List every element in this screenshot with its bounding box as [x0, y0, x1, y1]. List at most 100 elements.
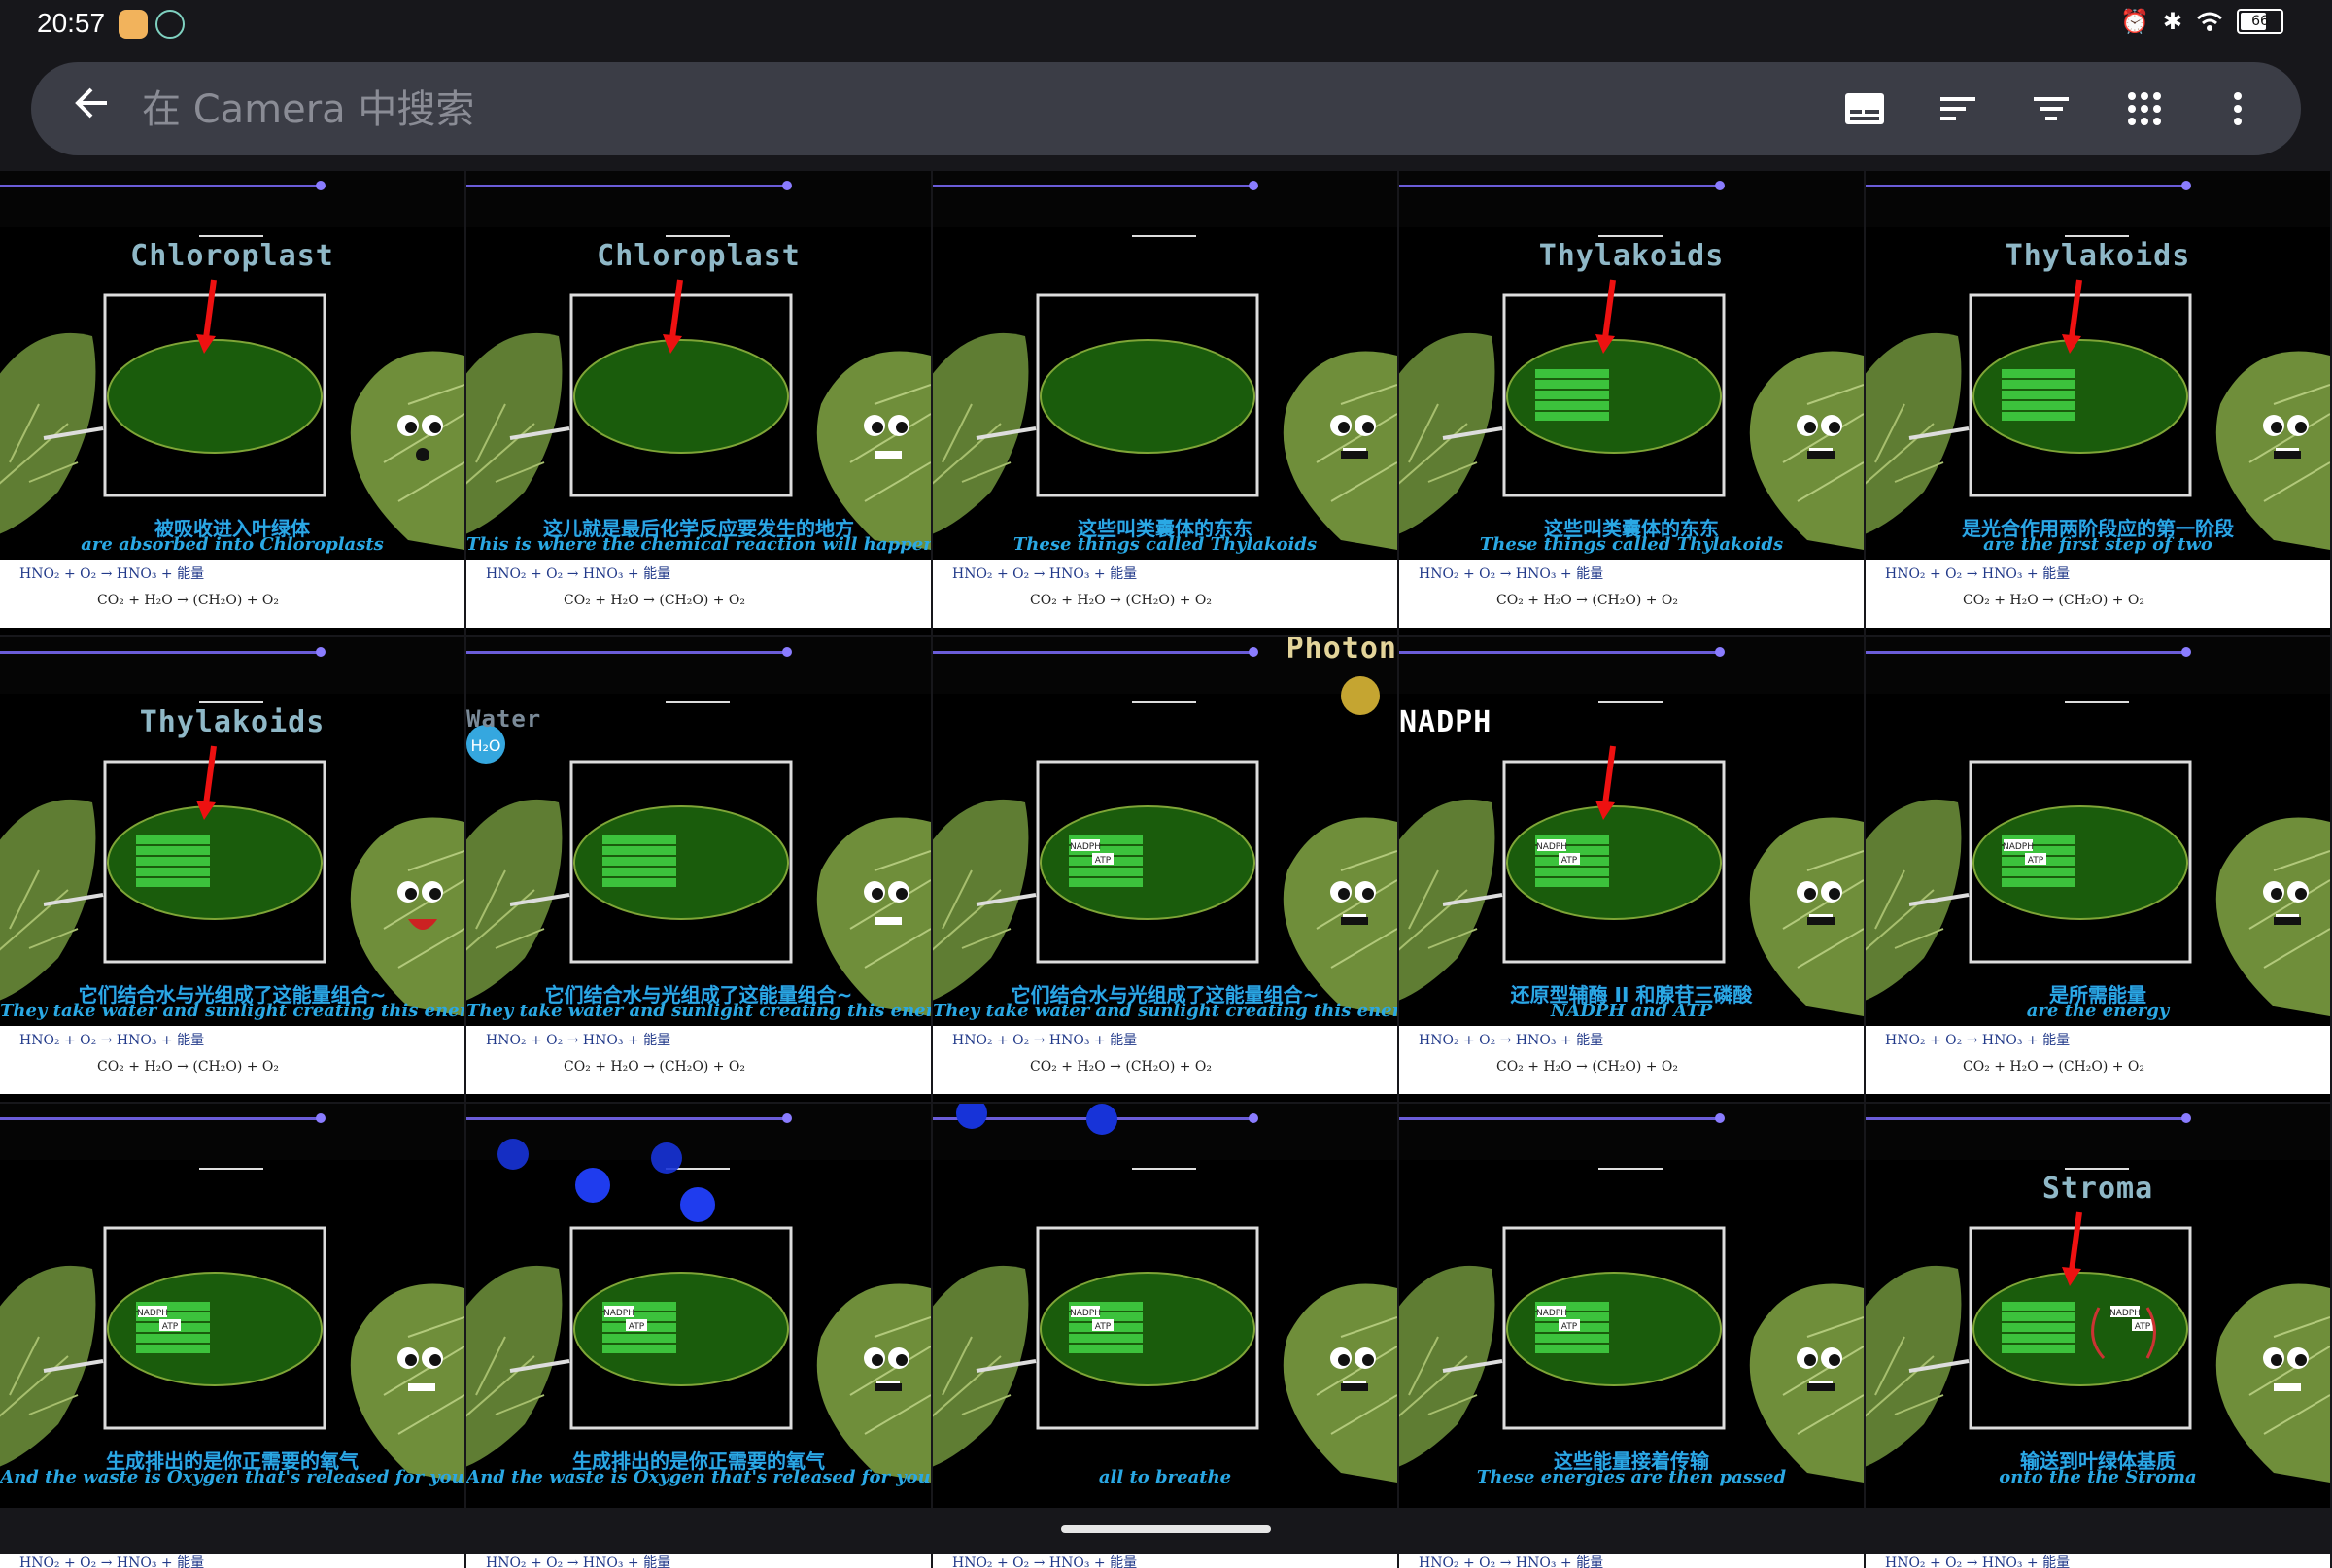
video-thumbnail[interactable]: Thylakoids 是光合作用两阶段应的第一阶段 are the first st…: [1866, 171, 2330, 635]
atp-label: ATP: [1095, 856, 1112, 866]
back-button[interactable]: [66, 84, 117, 134]
video-frame: NADPH ATP: [933, 1104, 1397, 1483]
formula-line-2: CO₂ + H₂O → (CH₂O) + O₂: [1963, 593, 2145, 608]
status-bar: 20:57 ⏰ ✱ 66: [0, 0, 2332, 49]
formula-line-1: HNO₂ + O₂ → HNO₃ + 能量: [19, 566, 205, 582]
grid-view-icon: [2128, 92, 2161, 125]
nadph-label: NADPH: [2003, 842, 2034, 852]
nadph-label: NADPH: [2109, 1309, 2141, 1318]
subtitle-english: They take water and sunlight creating th…: [933, 1001, 1397, 1021]
notification-app-icon: [119, 10, 148, 39]
subtitle-english: are absorbed into Chloroplasts: [81, 534, 384, 555]
video-thumbnail[interactable]: 这些叫类囊体的东东 These things called Thylakoids H…: [933, 171, 1397, 635]
formula-line-1: HNO₂ + O₂ → HNO₃ + 能量: [19, 1555, 205, 1568]
frame-heading: Stroma: [2041, 1172, 2154, 1206]
nadph-label: NADPH: [137, 1309, 168, 1318]
formula-line-1: HNO₂ + O₂ → HNO₃ + 能量: [486, 566, 671, 582]
video-thumbnail[interactable]: NADPH ATP NADPH 还原型辅酶 II 和腺苷三磷酸 NADPH and AT…: [1399, 637, 1864, 1102]
video-thumbnail[interactable]: NADPH ATP all to breathe HNO₂ + O₂ → HNO₃ +…: [933, 1104, 1397, 1568]
formula-line-2: CO₂ + H₂O → (CH₂O) + O₂: [564, 1059, 746, 1074]
frame-heading: Chloroplast: [130, 239, 334, 273]
video-thumbnail[interactable]: Chloroplast 被吸收进入叶绿体 are absorbed into Chl…: [0, 171, 464, 635]
sort-button[interactable]: [1934, 84, 1982, 134]
back-arrow-icon: [75, 87, 107, 119]
filter-icon: [2034, 97, 2069, 120]
formula-line-1: HNO₂ + O₂ → HNO₃ + 能量: [952, 1555, 1138, 1568]
home-gesture-pill[interactable]: [1061, 1525, 1271, 1533]
video-thumbnail[interactable]: NADPH ATP 这些能量接着传输 These energies are then …: [1399, 1104, 1864, 1568]
search-bar: [31, 62, 2301, 155]
video-thumbnail[interactable]: Thylakoids 它们结合水与光组成了这能量组合~ They take wate…: [0, 637, 464, 1102]
atp-label: ATP: [1095, 1322, 1112, 1332]
video-frame: NADPH ATP: [1399, 1104, 1864, 1483]
formula-line-1: HNO₂ + O₂ → HNO₃ + 能量: [1885, 566, 2071, 582]
video-thumbnail[interactable]: Thylakoids 这些叫类囊体的东东 These things called T…: [1399, 171, 1864, 635]
formula-line-1: HNO₂ + O₂ → HNO₃ + 能量: [1885, 1033, 2071, 1048]
subtitle-english: This is where the chemical reaction will…: [466, 534, 931, 555]
thumbnail-grid: Chloroplast 被吸收进入叶绿体 are absorbed into Chl…: [0, 171, 2332, 1568]
formula-line-2: CO₂ + H₂O → (CH₂O) + O₂: [1030, 1059, 1213, 1074]
subtitle-english: are the first step of two: [1983, 534, 2212, 555]
formula-line-2: CO₂ + H₂O → (CH₂O) + O₂: [1963, 1059, 2145, 1074]
notification-icons: [119, 10, 185, 39]
search-input[interactable]: [140, 82, 1018, 138]
wifi-icon: [2197, 12, 2222, 31]
formula-line-1: HNO₂ + O₂ → HNO₃ + 能量: [952, 566, 1138, 582]
formula-line-1: HNO₂ + O₂ → HNO₃ + 能量: [1419, 1555, 1604, 1568]
formula-line-1: HNO₂ + O₂ → HNO₃ + 能量: [486, 1555, 671, 1568]
formula-panel: HNO₂ + O₂ → HNO₃ + 能量 CO₂ + H₂O → (CH₂O) …: [933, 560, 1397, 628]
formula-line-2: CO₂ + H₂O → (CH₂O) + O₂: [97, 593, 280, 608]
nadph-label: NADPH: [1536, 1309, 1567, 1318]
atp-label: ATP: [629, 1322, 645, 1332]
subtitle-english: They take water and sunlight creating th…: [466, 1001, 931, 1021]
video-thumbnail[interactable]: NADPH ATP 生成排出的是你正需要的氧气 And the waste is Ox…: [466, 1104, 931, 1568]
video-thumbnail[interactable]: Chloroplast 这儿就是最后化学反应要发生的地方 This is where…: [466, 171, 931, 635]
video-frame: NADPH ATP: [0, 1104, 464, 1483]
grid-view-button[interactable]: [2120, 84, 2169, 134]
frame-heading: Photon: [1286, 637, 1397, 665]
atp-label: ATP: [2135, 1322, 2151, 1332]
subtitle-english: These things called Thylakoids: [1012, 534, 1318, 555]
video-thumbnail[interactable]: NADPH ATP Photon 它们结合水与光组成了这能量组合~ They take …: [933, 637, 1397, 1102]
formula-panel: HNO₂ + O₂ → HNO₃ + 能量 CO₂ + H₂O → (CH₂O) …: [466, 1026, 931, 1094]
video-thumbnail[interactable]: NADPH ATP 是所需能量 are the energy HNO₂ + O₂ → H…: [1866, 637, 2330, 1102]
bluetooth-icon: ✱: [2162, 8, 2182, 35]
status-time: 20:57: [37, 8, 106, 38]
frame-heading: Thylakoids: [139, 705, 326, 739]
nadph-label: NADPH: [1070, 1309, 1101, 1318]
subtitle-english: all to breathe: [1098, 1467, 1232, 1487]
more-options-button[interactable]: [2213, 84, 2262, 134]
frame-heading: Water: [466, 705, 542, 733]
battery-icon: 66: [2237, 9, 2283, 34]
formula-line-1: HNO₂ + O₂ → HNO₃ + 能量: [952, 1033, 1138, 1048]
more-options-icon: [2234, 92, 2242, 125]
formula-line-2: CO₂ + H₂O → (CH₂O) + O₂: [97, 1059, 280, 1074]
subtitle-english: are the energy: [2026, 1001, 2170, 1021]
atp-label: ATP: [1561, 1322, 1578, 1332]
video-frame: NADPH ATP: [466, 1104, 931, 1483]
subtitles-button[interactable]: [1840, 84, 1889, 134]
alarm-icon: ⏰: [2120, 8, 2149, 35]
formula-panel: HNO₂ + O₂ → HNO₃ + 能量 CO₂ + H₂O → (CH₂O) …: [466, 560, 931, 628]
video-thumbnail[interactable]: NADPH ATP 生成排出的是你正需要的氧气 And the waste is Ox…: [0, 1104, 464, 1568]
frame-heading: NADPH: [1399, 705, 1492, 739]
subtitle-english: And the waste is Oxygen that's released …: [0, 1467, 464, 1487]
filter-button[interactable]: [2027, 84, 2075, 134]
formula-line-2: CO₂ + H₂O → (CH₂O) + O₂: [1030, 593, 1213, 608]
formula-panel: HNO₂ + O₂ → HNO₃ + 能量 CO₂ + H₂O → (CH₂O) …: [1399, 560, 1864, 628]
formula-panel: HNO₂ + O₂ → HNO₃ + 能量 CO₂ + H₂O → (CH₂O) …: [1399, 1026, 1864, 1094]
subtitles-icon: [1845, 93, 1884, 124]
formula-panel: HNO₂ + O₂ → HNO₃ + 能量 CO₂ + H₂O → (CH₂O) …: [0, 1026, 464, 1094]
frame-heading: Chloroplast: [597, 239, 801, 273]
atp-label: ATP: [2028, 856, 2044, 866]
formula-panel: HNO₂ + O₂ → HNO₃ + 能量 CO₂ + H₂O → (CH₂O) …: [933, 1026, 1397, 1094]
frame-heading: Thylakoids: [1538, 239, 1725, 273]
video-thumbnail[interactable]: NADPH ATP Stroma 输送到叶绿体基质 onto the the Strom…: [1866, 1104, 2330, 1568]
notification-robot-icon: [155, 10, 185, 39]
subtitle-english: These energies are then passed: [1476, 1467, 1787, 1487]
subtitle-english: onto the the Stroma: [1999, 1467, 2197, 1487]
video-thumbnail[interactable]: H₂O Water 它们结合水与光组成了这能量组合~ They take water …: [466, 637, 931, 1102]
formula-line-1: HNO₂ + O₂ → HNO₃ + 能量: [1419, 1033, 1604, 1048]
subtitle-english: And the waste is Oxygen that's released …: [466, 1467, 931, 1487]
nadph-label: NADPH: [603, 1309, 634, 1318]
